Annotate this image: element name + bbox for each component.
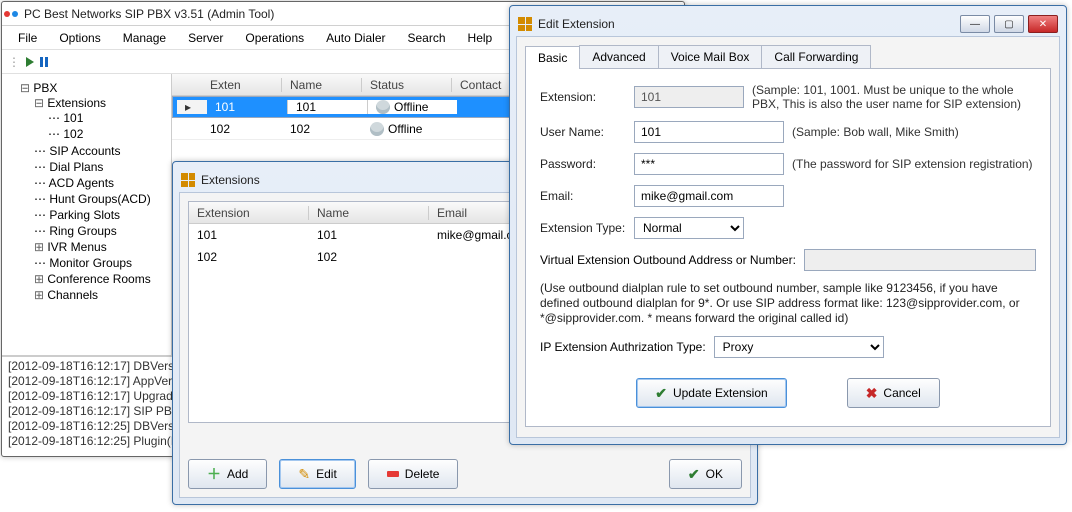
col-status[interactable]: Status xyxy=(362,78,452,92)
tab-advanced[interactable]: Advanced xyxy=(579,45,658,68)
tabs: Basic Advanced Voice Mail Box Call Forwa… xyxy=(525,45,1051,69)
main-title: PC Best Networks SIP PBX v3.51 (Admin To… xyxy=(24,7,274,21)
play-icon[interactable] xyxy=(26,57,34,67)
label-password: Password: xyxy=(540,157,626,171)
col-name[interactable]: Name xyxy=(282,78,362,92)
menu-autodialer[interactable]: Auto Dialer xyxy=(316,29,395,47)
tree-hunt-groups[interactable]: ⋯ Hunt Groups(ACD) xyxy=(34,191,167,207)
tab-call-forwarding[interactable]: Call Forwarding xyxy=(761,45,871,68)
col-extension[interactable]: Extension xyxy=(189,206,309,220)
hint-extension: (Sample: 101, 1001. Must be unique to th… xyxy=(752,83,1032,111)
ok-button[interactable]: ✔OK xyxy=(669,459,742,489)
tree-sip-accounts[interactable]: ⋯ SIP Accounts xyxy=(34,143,167,159)
tree-conference-rooms[interactable]: ⊞ Conference Rooms xyxy=(34,271,167,287)
minimize-button[interactable]: — xyxy=(960,15,990,33)
toolbar-grip: ⋮ xyxy=(8,55,20,69)
username-field[interactable] xyxy=(634,121,784,143)
tree-extensions[interactable]: Extensions xyxy=(47,96,106,110)
menu-search[interactable]: Search xyxy=(398,29,456,47)
pencil-icon: ✎ xyxy=(298,466,310,483)
maximize-button[interactable]: ▢ xyxy=(994,15,1024,33)
pause-icon[interactable] xyxy=(40,57,48,67)
close-button[interactable]: ✕ xyxy=(1028,15,1058,33)
virtual-address-field xyxy=(804,249,1036,271)
virtual-note: (Use outbound dialplan rule to set outbo… xyxy=(540,281,1036,326)
hint-password: (The password for SIP extension registra… xyxy=(792,157,1033,171)
tree-parking-slots[interactable]: ⋯ Parking Slots xyxy=(34,207,167,223)
edit-extension-window: Edit Extension — ▢ ✕ Basic Advanced Voic… xyxy=(509,5,1067,445)
label-username: User Name: xyxy=(540,125,626,139)
tree-dial-plans[interactable]: ⋯ Dial Plans xyxy=(34,159,167,175)
menu-help[interactable]: Help xyxy=(458,29,503,47)
tree-ext-102[interactable]: ⋯ 102 xyxy=(48,126,167,142)
menu-options[interactable]: Options xyxy=(49,29,110,47)
col-exten[interactable]: Exten xyxy=(202,78,282,92)
extension-field xyxy=(634,86,744,108)
edit-titlebar[interactable]: Edit Extension — ▢ ✕ xyxy=(516,12,1060,36)
menu-server[interactable]: Server xyxy=(178,29,233,47)
plus-icon: ＋ xyxy=(207,464,221,484)
window-icon xyxy=(181,173,195,187)
tree-monitor-groups[interactable]: ⋯ Monitor Groups xyxy=(34,255,167,271)
menu-manage[interactable]: Manage xyxy=(113,29,176,47)
delete-button[interactable]: Delete xyxy=(368,459,459,489)
app-icon xyxy=(4,7,18,21)
add-button[interactable]: ＋Add xyxy=(188,459,267,489)
extension-type-select[interactable]: Normal xyxy=(634,217,744,239)
label-extension: Extension: xyxy=(540,90,626,104)
col-name[interactable]: Name xyxy=(309,206,429,220)
avatar-icon xyxy=(370,122,384,136)
hint-username: (Sample: Bob wall, Mike Smith) xyxy=(792,125,959,139)
label-virtual: Virtual Extension Outbound Address or Nu… xyxy=(540,253,796,267)
tab-basic[interactable]: Basic xyxy=(525,46,580,69)
email-field[interactable] xyxy=(634,185,784,207)
label-authtype: IP Extension Authrization Type: xyxy=(540,340,706,354)
edit-title: Edit Extension xyxy=(538,17,615,31)
tree-acd-agents[interactable]: ⋯ ACD Agents xyxy=(34,175,167,191)
menu-operations[interactable]: Operations xyxy=(235,29,314,47)
edit-button[interactable]: ✎Edit xyxy=(279,459,355,489)
avatar-icon xyxy=(376,100,390,114)
update-extension-button[interactable]: ✔Update Extension xyxy=(636,378,786,408)
tree-ring-groups[interactable]: ⋯ Ring Groups xyxy=(34,223,167,239)
cancel-button[interactable]: ✖Cancel xyxy=(847,378,940,408)
check-icon: ✔ xyxy=(655,385,667,402)
tree-root[interactable]: PBX xyxy=(33,81,57,95)
tab-voicemail[interactable]: Voice Mail Box xyxy=(658,45,763,68)
menu-file[interactable]: File xyxy=(8,29,47,47)
window-icon xyxy=(518,17,532,31)
tree-ext-101[interactable]: ⋯ 101 xyxy=(48,110,167,126)
tree-ivr-menus[interactable]: ⊞ IVR Menus xyxy=(34,239,167,255)
check-icon: ✔ xyxy=(688,466,700,483)
extensions-title: Extensions xyxy=(201,173,260,187)
label-ext-type: Extension Type: xyxy=(540,221,626,235)
minus-icon xyxy=(387,471,399,477)
nav-tree[interactable]: ⊟ PBX ⊟ Extensions ⋯ 101 ⋯ 102 ⋯ SIP Acc… xyxy=(2,74,172,355)
tree-channels[interactable]: ⊞ Channels xyxy=(34,287,167,303)
password-field[interactable] xyxy=(634,153,784,175)
label-email: Email: xyxy=(540,189,626,203)
auth-type-select[interactable]: Proxy xyxy=(714,336,884,358)
cross-icon: ✖ xyxy=(866,385,878,402)
